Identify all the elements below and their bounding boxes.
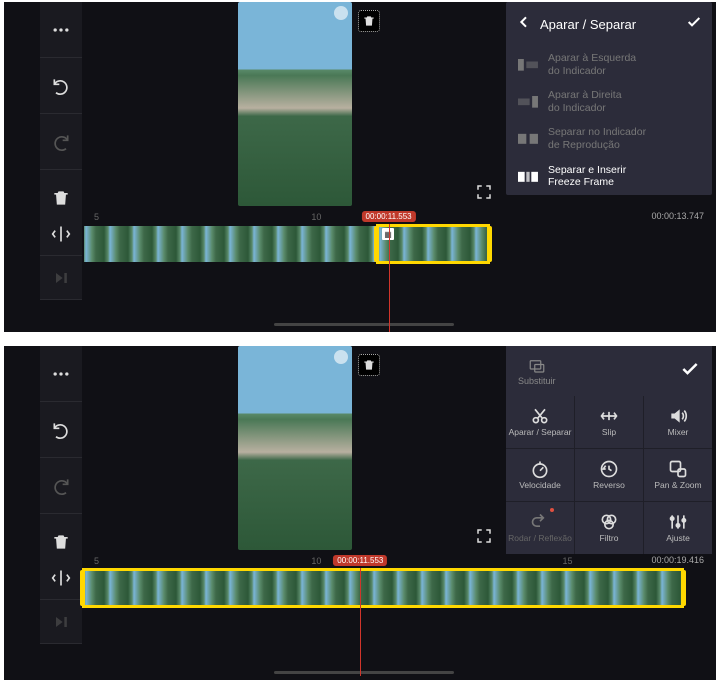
preview-badge-icon	[334, 350, 348, 364]
timeline[interactable]: 5 10 00:00:11.553 00:00:13.747 ▦	[84, 212, 712, 272]
align-button[interactable]	[40, 212, 82, 256]
undo-button[interactable]	[40, 58, 82, 114]
timeline-ruler: 5 10 15 00:00:11.553 00:00:19.416	[84, 556, 712, 568]
trim-right-item[interactable]: Aparar à Direitado Indicador	[506, 83, 712, 120]
tool-pan-zoom[interactable]: Pan & Zoom	[644, 449, 712, 501]
editor-top: Aparar / Separar Aparar à Esquerdado Ind…	[4, 2, 716, 332]
trim-left-icon	[518, 58, 538, 72]
preview-delete-button[interactable]	[358, 354, 380, 376]
scrollbar[interactable]	[274, 671, 454, 674]
redo-button[interactable]	[40, 458, 82, 514]
fullscreen-button[interactable]	[474, 526, 494, 546]
video-preview[interactable]	[238, 2, 352, 206]
more-button[interactable]	[40, 2, 82, 58]
video-track: ▦	[84, 226, 488, 262]
timeline-toolbar	[40, 212, 82, 300]
back-button[interactable]	[516, 14, 532, 35]
duration-label: 00:00:13.747	[651, 211, 704, 221]
clip-tools-panel: Substituir Aparar / Separar Slip Mixer V…	[506, 346, 712, 554]
notification-dot-icon	[550, 508, 554, 512]
panel-header: Aparar / Separar	[506, 2, 712, 46]
replace-button[interactable]: Substituir	[518, 357, 556, 386]
tick-5: 5	[94, 556, 99, 566]
tool-adjust[interactable]: Ajuste	[644, 502, 712, 554]
tool-speed[interactable]: Velocidade	[506, 449, 574, 501]
left-toolbar	[40, 346, 82, 570]
editor-bottom: Substituir Aparar / Separar Slip Mixer V…	[4, 346, 716, 680]
timeline[interactable]: 5 10 15 00:00:11.553 00:00:19.416	[84, 556, 712, 616]
preview-badge-icon	[334, 6, 348, 20]
replace-label: Substituir	[518, 376, 556, 386]
preview-delete-button[interactable]	[358, 10, 380, 32]
left-toolbar	[40, 2, 82, 226]
clip-2-selected[interactable]: ▦	[378, 226, 488, 262]
clip-1[interactable]	[84, 226, 378, 262]
undo-button[interactable]	[40, 402, 82, 458]
tool-mixer[interactable]: Mixer	[644, 396, 712, 448]
timeline-ruler: 5 10 00:00:11.553 00:00:13.747	[84, 212, 712, 224]
split-playhead-item[interactable]: Separar no Indicadorde Reprodução	[506, 120, 712, 157]
duration-label: 00:00:19.416	[651, 555, 704, 565]
jump-button[interactable]	[40, 256, 82, 300]
trim-right-icon	[518, 95, 538, 109]
tool-grid: Aparar / Separar Slip Mixer Velocidade R…	[506, 396, 712, 554]
split-icon	[518, 132, 538, 146]
tool-slip[interactable]: Slip	[575, 396, 643, 448]
freeze-frame-icon	[518, 169, 538, 183]
fullscreen-button[interactable]	[474, 182, 494, 202]
clip-selected[interactable]	[84, 570, 682, 606]
scrollbar[interactable]	[274, 323, 454, 326]
tick-5: 5	[94, 212, 99, 222]
trim-menu: Aparar à Esquerdado Indicador Aparar à D…	[506, 46, 712, 195]
trim-left-item[interactable]: Aparar à Esquerdado Indicador	[506, 46, 712, 83]
confirm-button[interactable]	[686, 14, 702, 35]
timecode-badge: 00:00:11.553	[362, 211, 416, 222]
tool-filter[interactable]: Filtro	[575, 502, 643, 554]
panel-title: Aparar / Separar	[540, 17, 678, 32]
tick-10: 10	[311, 212, 321, 222]
confirm-button[interactable]	[680, 359, 700, 384]
tool-trim-split[interactable]: Aparar / Separar	[506, 396, 574, 448]
redo-button[interactable]	[40, 114, 82, 170]
split-freeze-item[interactable]: Separar e InserirFreeze Frame	[506, 158, 712, 195]
playhead[interactable]	[360, 568, 361, 676]
align-button[interactable]	[40, 556, 82, 600]
trim-split-panel: Aparar / Separar Aparar à Esquerdado Ind…	[506, 2, 712, 195]
timeline-toolbar	[40, 556, 82, 644]
jump-button[interactable]	[40, 600, 82, 644]
video-preview[interactable]	[238, 346, 352, 550]
timecode-badge: 00:00:11.553	[333, 555, 387, 566]
panel-header: Substituir	[506, 346, 712, 396]
video-track	[84, 570, 682, 606]
tick-15: 15	[563, 556, 573, 566]
more-button[interactable]	[40, 346, 82, 402]
tool-reverse[interactable]: Reverso	[575, 449, 643, 501]
playhead[interactable]	[389, 224, 390, 332]
tool-rotate-mirror[interactable]: Rodar / Reflexão	[506, 502, 574, 554]
tick-10: 10	[311, 556, 321, 566]
